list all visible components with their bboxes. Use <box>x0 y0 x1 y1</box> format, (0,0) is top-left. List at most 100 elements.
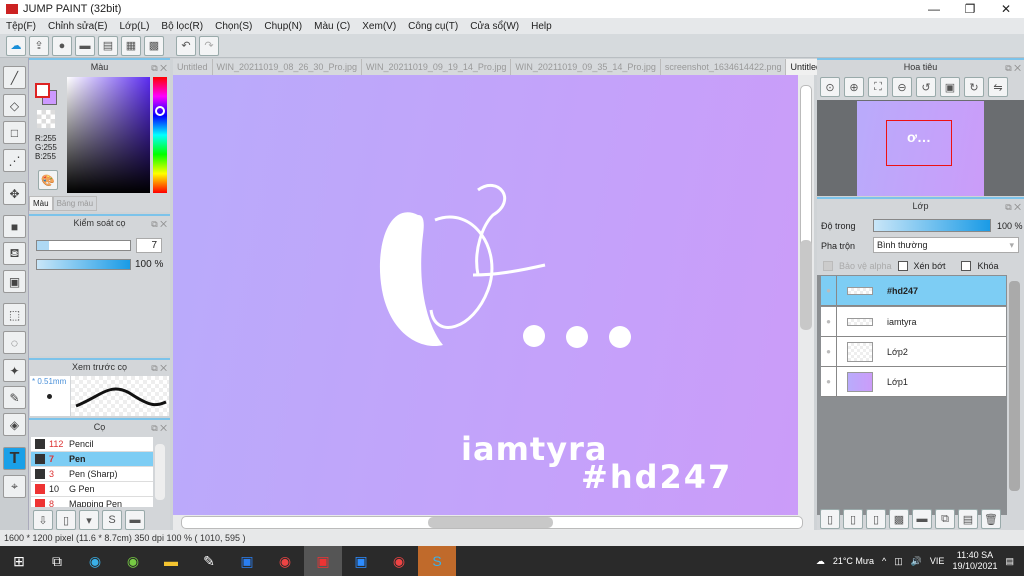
undo-icon[interactable]: ↶ <box>176 35 196 56</box>
flip-icon[interactable]: ⇋ <box>988 77 1008 97</box>
menu-window[interactable]: Cửa sổ(W) <box>464 21 525 32</box>
new-brush-icon[interactable]: ▯ <box>56 510 76 530</box>
brush-item[interactable]: 112 Pencil <box>31 437 153 452</box>
skype-icon[interactable]: S <box>418 546 456 576</box>
task-view-icon[interactable]: ⧉ <box>38 546 76 576</box>
fit-screen-icon[interactable]: ⛶ <box>868 77 888 97</box>
fill-rect-tool-icon[interactable]: ■ <box>3 215 26 238</box>
zoom-actual-icon[interactable]: ⊙ <box>820 77 840 97</box>
chrome-icon[interactable]: ◉ <box>266 546 304 576</box>
tab-color[interactable]: Màu <box>29 196 53 211</box>
menu-file[interactable]: Tệp(F) <box>0 21 42 32</box>
menu-select[interactable]: Chọn(S) <box>209 21 258 32</box>
layer-item[interactable]: ● Lớp1 <box>821 366 1006 397</box>
edit-grid-icon[interactable]: ▩ <box>144 35 164 56</box>
eraser-tool-icon[interactable]: ◇ <box>3 94 26 117</box>
message-icon[interactable]: ▬ <box>75 35 95 56</box>
weather-text[interactable]: 21°C Mưa <box>833 556 874 566</box>
brush-menu-icon[interactable]: ▾ <box>79 510 99 530</box>
shape-tool-icon[interactable]: □ <box>3 121 26 144</box>
edge-icon[interactable]: ◉ <box>76 546 114 576</box>
folder-icon[interactable]: ▬ <box>912 509 932 529</box>
navigator-viewport[interactable]: ơ… <box>886 120 952 166</box>
page-icon[interactable]: ▤ <box>98 35 118 56</box>
maximize-button[interactable]: ❐ <box>952 2 988 16</box>
close-button[interactable]: ✕ <box>988 2 1024 16</box>
menu-filter[interactable]: Bộ lọc(R) <box>155 21 209 32</box>
brush-item[interactable]: 10 G Pen <box>31 482 153 497</box>
clip-checkbox[interactable] <box>897 261 908 271</box>
notification-icon[interactable]: ▤ <box>1005 556 1014 567</box>
hue-slider[interactable] <box>153 77 167 193</box>
lock-checkbox[interactable] <box>961 261 972 271</box>
menu-edit[interactable]: Chỉnh sửa(E) <box>42 21 114 32</box>
brush-size-slider[interactable] <box>36 240 131 251</box>
visibility-icon[interactable]: ● <box>821 306 837 337</box>
language-indicator[interactable]: VIE <box>930 556 945 566</box>
text-tool-icon[interactable]: T <box>3 447 26 470</box>
merge-layer-icon[interactable]: ▤ <box>958 509 978 529</box>
menu-tools[interactable]: Công cụ(T) <box>402 21 464 32</box>
clock[interactable]: 11:40 SA 19/10/2021 <box>952 550 997 572</box>
dot-line-tool-icon[interactable]: ⋰ <box>3 149 26 172</box>
panel-close-icon[interactable]: ⧉ ✕ <box>1005 200 1021 214</box>
tray-chevron-icon[interactable]: ^ <box>882 556 886 566</box>
layer-item[interactable]: ● #hd247 <box>821 275 1006 306</box>
weather-icon[interactable]: ☁ <box>816 556 825 567</box>
new-layer-3-icon[interactable]: ▯ <box>866 509 886 529</box>
blend-mode-select[interactable]: Bình thường ▾ <box>873 237 1019 253</box>
comment-icon[interactable]: ● <box>52 35 72 56</box>
rect-select-icon[interactable]: ⬚ <box>3 303 26 326</box>
app-green-icon[interactable]: ◉ <box>114 546 152 576</box>
share-icon[interactable]: ⇪ <box>29 35 49 56</box>
new-layer-icon[interactable]: ▯ <box>820 509 840 529</box>
drawing-canvas[interactable]: iamtyra #hd247 <box>173 75 798 515</box>
palette-icon[interactable]: 🎨 <box>38 170 58 190</box>
visibility-icon[interactable]: ● <box>821 336 837 367</box>
foreground-color-swatch[interactable] <box>35 83 50 98</box>
zoom-in-icon[interactable]: ⊕ <box>844 77 864 97</box>
file-explorer-icon[interactable]: ▬ <box>152 546 190 576</box>
zalo-icon[interactable]: ▣ <box>228 546 266 576</box>
rotate-right-icon[interactable]: ↻ <box>964 77 984 97</box>
vertical-scrollbar[interactable] <box>798 75 814 515</box>
tone-layer-icon[interactable]: ▩ <box>889 509 909 529</box>
brush-item[interactable]: 3 Pen (Sharp) <box>31 467 153 482</box>
visibility-icon[interactable]: ● <box>821 275 837 306</box>
windows-start-icon[interactable]: ⊞ <box>0 546 38 576</box>
zoom-icon[interactable]: ▣ <box>342 546 380 576</box>
tab-document[interactable]: WIN_20211019_09_19_14_Pro.jpg <box>362 59 512 75</box>
tab-document[interactable]: Untitled <box>173 59 213 75</box>
menu-layer[interactable]: Lớp(L) <box>114 21 156 32</box>
menu-color[interactable]: Màu (C) <box>308 21 356 32</box>
brush-settings-icon[interactable]: S <box>102 510 122 530</box>
select-eraser-icon[interactable]: ◈ <box>3 413 26 436</box>
layer-scrollbar[interactable] <box>1009 281 1020 491</box>
chrome-2-icon[interactable]: ◉ <box>380 546 418 576</box>
panel-close-icon[interactable]: ⧉ ✕ <box>151 217 167 231</box>
brush-list-scrollbar[interactable] <box>155 444 165 500</box>
transparent-color-swatch[interactable] <box>37 110 55 128</box>
protect-alpha-checkbox[interactable] <box>823 261 833 271</box>
visibility-icon[interactable]: ● <box>821 366 837 397</box>
menu-capture[interactable]: Chụp(N) <box>258 21 308 32</box>
zoom-out-icon[interactable]: ⊖ <box>892 77 912 97</box>
volume-icon[interactable]: 🔊 <box>911 556 922 567</box>
redo-icon[interactable]: ↷ <box>199 35 219 56</box>
gradient-tool-icon[interactable]: ▣ <box>3 270 26 293</box>
menu-help[interactable]: Help <box>525 21 558 32</box>
rotate-left-icon[interactable]: ↺ <box>916 77 936 97</box>
bucket-tool-icon[interactable]: ⛾ <box>3 242 26 265</box>
layer-item[interactable]: ● iamtyra <box>821 306 1006 337</box>
new-layer-2-icon[interactable]: ▯ <box>843 509 863 529</box>
network-icon[interactable]: ◫ <box>894 556 903 567</box>
reset-rotation-icon[interactable]: ▣ <box>940 77 960 97</box>
lasso-select-icon[interactable]: ◌ <box>3 331 26 354</box>
panel-close-icon[interactable]: ⧉ ✕ <box>151 421 167 435</box>
brush-item[interactable]: 7 Pen <box>31 452 153 467</box>
operation-tool-icon[interactable]: ⌖ <box>3 475 26 498</box>
navigator-thumbnail[interactable]: ơ… <box>857 101 984 196</box>
panel-icon[interactable]: ▦ <box>121 35 141 56</box>
panel-close-icon[interactable]: ⧉ ✕ <box>1005 61 1021 75</box>
menu-view[interactable]: Xem(V) <box>356 21 402 32</box>
